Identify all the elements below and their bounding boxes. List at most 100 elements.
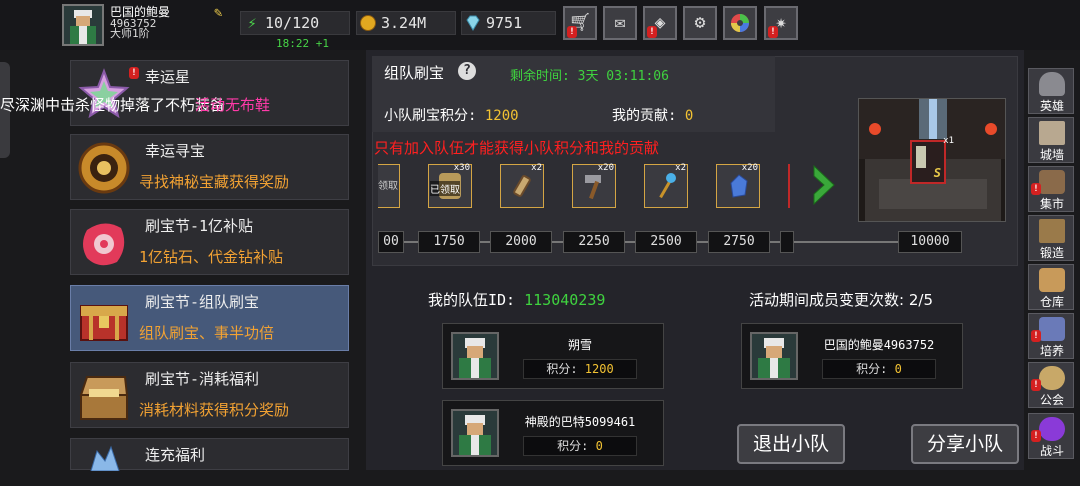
red-gem-flower-icon [77,216,131,270]
team-score: 小队刷宝积分: 1200 [384,105,519,125]
member-avatar [451,332,499,380]
member-name: 神殿的巴特5099461 [524,415,636,429]
wall-icon [1039,121,1065,145]
treasure-medallion-icon [77,141,131,195]
alert-badge: ! [768,26,778,38]
scene-reward-item[interactable]: x1 S [910,136,954,184]
team-id-value: 113040239 [524,291,606,309]
energy-stat: ⚡ 10/120 [240,11,350,35]
team-member-card[interactable]: 巴国的鲍曼4963752 积分: 0 [741,323,963,389]
alert-badge: ! [1031,330,1041,342]
reward-item[interactable]: 领取 [378,164,400,208]
gamepad-button[interactable]: ◈! [643,6,677,40]
player-avatar[interactable] [62,4,104,46]
nav-guild[interactable]: ! 公会 [1028,362,1074,408]
nav-train[interactable]: ! 培养 [1028,313,1074,359]
reward-qty: x20 [597,163,614,173]
reward-item[interactable]: x2 [644,163,688,208]
marquee-text: 尽深渊中击杀怪物掉落了不朽装备 [0,96,226,114]
team-id-label: 我的队伍ID: [428,291,516,309]
lightning-icon: ⚡ [247,14,257,32]
threshold-marker-final: 10000 [898,231,962,253]
nav-label: 集市 [1039,197,1064,211]
member-score: 积分: 1200 [523,359,637,379]
helmet-icon [1039,72,1065,96]
contribution-label: 我的贡献: [612,108,677,124]
activity-card-consume[interactable]: 刷宝节-消耗福利 消耗材料获得积分奖励 [70,362,349,428]
nav-market[interactable]: ! 集市 [1028,166,1074,212]
member-avatar [451,409,499,457]
crystal-icon [77,445,131,472]
score-value: 0 [595,439,603,453]
threshold-marker: 1750 [418,231,480,253]
share-team-button[interactable]: 分享小队 [911,424,1019,464]
activity-title: 刷宝节-1亿补贴 [145,217,254,235]
reward-item[interactable]: x20 [716,163,760,208]
player-rank: 大师1阶 [110,27,150,40]
ore-icon [730,174,748,198]
alert-badge: ! [1031,379,1041,391]
broadcast-marquee: 尽深渊中击杀怪物掉落了不朽装备活动无布鞋 [0,94,270,115]
team-member-card[interactable]: 朔雪 积分: 1200 [442,323,664,389]
reward-qty: x20 [741,163,758,173]
activity-title: 连充福利 [145,446,206,464]
reward-item[interactable]: x30 已领取 [428,163,472,208]
nav-forge[interactable]: 锻造 [1028,215,1074,261]
reward-qty: x2 [531,163,542,173]
alert-badge: ! [1031,183,1041,195]
energy-value: 10/120 [265,14,320,32]
treasure-chest-icon [77,292,131,346]
reward-qty: x2 [675,163,686,173]
battle-portal-icon [1039,417,1065,441]
shop-button[interactable]: 🛒︎! [563,6,597,40]
sparkle-button[interactable]: ✷! [764,6,798,40]
team-score-label: 小队刷宝积分: [384,108,477,124]
reward-item[interactable]: x20 [572,163,616,208]
join-notice: 只有加入队伍才能获得小队积分和我的贡献 [374,139,660,157]
nav-wall[interactable]: 城墙 [1028,117,1074,163]
rarity-label: S [933,166,941,180]
reward-item[interactable]: x2 [500,163,544,208]
nav-warehouse[interactable]: 仓库 [1028,264,1074,310]
activity-card-treasure-hunt[interactable]: 幸运寻宝 寻找神秘宝藏获得奖励 [70,134,349,200]
chevron-right-icon[interactable] [810,164,838,206]
mail-icon: ✉ [614,12,626,33]
help-icon[interactable]: ? [458,62,476,80]
market-icon [1039,170,1065,194]
gear-icon: ⚙ [694,12,706,33]
open-chest-icon [77,369,131,423]
activity-subtitle: 寻找神秘宝藏获得奖励 [139,173,290,191]
activity-title: 刷宝节-组队刷宝 [145,293,260,311]
nav-battle[interactable]: ! 战斗 [1028,413,1074,459]
figure-icon [916,146,926,168]
reward-qty: x30 [453,163,470,173]
member-score: 积分: 0 [822,359,936,379]
activity-card-recharge[interactable]: 连充福利 [70,438,349,472]
member-name: 朔雪 [567,338,592,352]
color-wheel-button[interactable] [723,6,757,40]
mail-button[interactable]: ✉ [603,6,637,40]
alert-badge: ! [1031,430,1041,442]
threshold-marker: 2250 [563,231,625,253]
activity-card-team-farm[interactable]: 刷宝节-组队刷宝 组队刷宝、事半功倍 [70,285,349,351]
nav-label: 城墙 [1039,148,1064,162]
activity-subtitle: 消耗材料获得积分奖励 [139,401,290,419]
nav-hero[interactable]: 英雄 [1028,68,1074,114]
activity-title: 刷宝节-消耗福利 [145,370,260,388]
leave-team-button[interactable]: 退出小队 [737,424,845,464]
activity-card-lucky-star[interactable]: ! 幸运星 [70,60,349,126]
diamond-icon [465,15,481,31]
score-label: 积分: [546,362,578,376]
threshold-marker: 00 [378,231,404,253]
settings-button[interactable]: ⚙ [683,6,717,40]
score-value: 1200 [584,362,614,376]
nav-label: 锻造 [1039,246,1064,260]
nav-label: 公会 [1039,393,1064,407]
scene-qty: x1 [943,136,954,146]
gold-stat: 3.24M [356,11,456,35]
regen-timer: 18:22 +1 [276,37,329,50]
team-member-card[interactable]: 神殿的巴特5099461 积分: 0 [442,400,664,466]
changes-value: 2/5 [908,291,933,309]
activity-card-subsidy[interactable]: 刷宝节-1亿补贴 1亿钻石、代金钻补贴 [70,209,349,275]
edit-icon[interactable]: ✎ [214,6,228,20]
